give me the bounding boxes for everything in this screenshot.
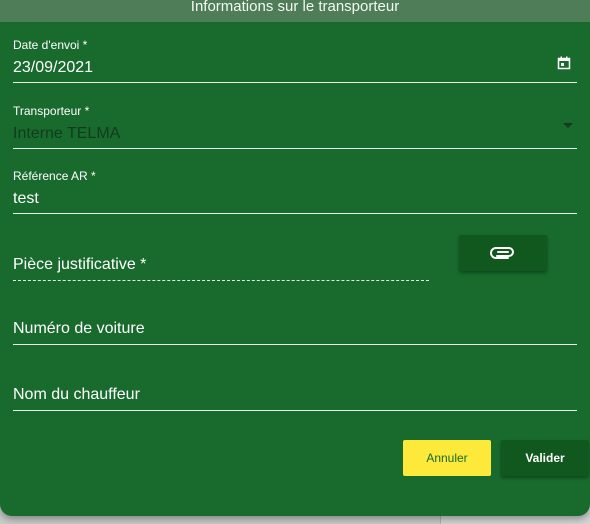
numero-voiture-underline bbox=[13, 344, 577, 345]
submit-button[interactable]: Valider bbox=[501, 440, 589, 476]
date-envoi-field[interactable]: Date d'envoi * 23/09/2021 bbox=[13, 38, 577, 84]
transporteur-select[interactable]: Transporteur * Interne TELMA bbox=[13, 104, 577, 150]
attach-file-button[interactable] bbox=[459, 235, 547, 271]
date-envoi-value[interactable]: 23/09/2021 bbox=[13, 59, 93, 77]
calendar-icon[interactable] bbox=[557, 56, 571, 70]
dialog-title: Informations sur le transporteur bbox=[190, 0, 400, 15]
piece-justificative-field[interactable]: Pièce justificative * bbox=[13, 255, 429, 283]
date-envoi-underline bbox=[13, 82, 577, 83]
numero-voiture-input[interactable]: Numéro de voiture bbox=[13, 320, 577, 346]
reference-ar-field[interactable]: Référence AR * test bbox=[13, 169, 577, 215]
transporteur-label: Transporteur * bbox=[13, 104, 90, 118]
date-envoi-label: Date d'envoi * bbox=[13, 38, 88, 52]
dialog-header: Informations sur le transporteur bbox=[0, 0, 590, 22]
piece-justificative-underline bbox=[13, 280, 429, 281]
caret-down-icon[interactable] bbox=[563, 123, 573, 128]
transporteur-value[interactable]: Interne TELMA bbox=[13, 125, 120, 143]
nom-chauffeur-underline bbox=[13, 410, 577, 411]
nom-chauffeur-placeholder: Nom du chauffeur bbox=[13, 386, 140, 403]
reference-ar-label: Référence AR * bbox=[13, 169, 96, 183]
nom-chauffeur-input[interactable]: Nom du chauffeur bbox=[13, 386, 577, 412]
cancel-button[interactable]: Annuler bbox=[403, 440, 491, 476]
carrier-info-dialog: Informations sur le transporteur Date d'… bbox=[0, 0, 590, 516]
transporteur-underline bbox=[13, 148, 577, 149]
paperclip-icon bbox=[490, 247, 514, 259]
piece-justificative-label: Pièce justificative * bbox=[13, 256, 147, 273]
reference-ar-value[interactable]: test bbox=[13, 190, 39, 208]
reference-ar-underline bbox=[13, 213, 577, 214]
numero-voiture-placeholder: Numéro de voiture bbox=[13, 320, 145, 337]
